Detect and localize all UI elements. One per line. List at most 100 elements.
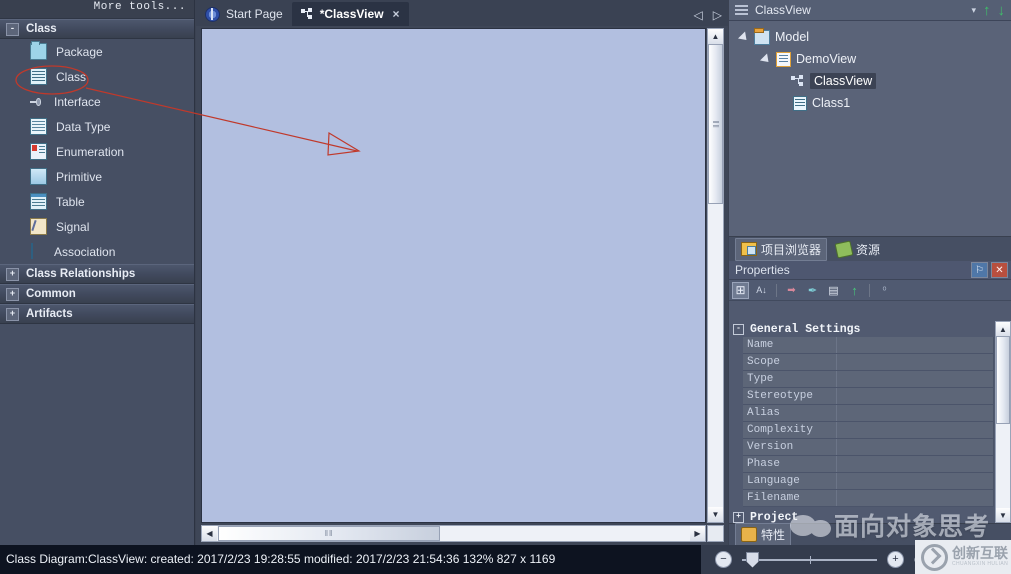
package-icon [30,41,47,60]
zoom-in-icon[interactable]: + [887,551,904,568]
property-value[interactable] [837,456,994,472]
scroll-up-icon[interactable]: ▲ [996,322,1010,336]
property-row[interactable]: Stereotype [743,388,994,405]
properties-scrollbar[interactable]: ▲ ▼ [995,321,1011,523]
property-value[interactable] [837,490,994,506]
property-row[interactable]: Name [743,337,994,354]
tool-item-class[interactable]: Class [0,64,194,89]
tool-item-association[interactable]: Association [0,239,194,264]
collapse-icon[interactable]: - [733,323,744,335]
expand-icon[interactable]: + [6,267,19,281]
toolbox-group-artifacts[interactable]: + Artifacts [0,304,194,324]
toolbox-group-class[interactable]: - Class [0,19,194,39]
chevron-down-icon[interactable]: ▾ [971,5,976,16]
tab-nav: ◁ ▷ [694,8,722,22]
property-row[interactable]: Scope [743,354,994,371]
project-tree[interactable]: Model DemoView ClassView Class1 [729,21,1011,236]
tool-item-data-type[interactable]: Data Type [0,114,194,139]
zoom-slider[interactable] [742,551,877,568]
properties-grid[interactable]: - General Settings Name Scope Type Stere… [729,321,1011,523]
tool-item-enumeration[interactable]: Enumeration [0,139,194,164]
properties-scroll-thumb[interactable] [996,336,1010,424]
expand-icon[interactable]: + [6,287,19,301]
tab-properties[interactable]: 特性 [735,523,792,546]
canvas-wrapper: ▲ ‖‖ ▼ ◀ ‖‖ ▶ [196,26,728,545]
property-row[interactable]: Complexity [743,422,994,439]
menu-icon[interactable] [735,5,748,15]
expand-icon[interactable]: + [733,511,744,523]
tool-item-label: Interface [54,94,101,109]
tab-project-browser[interactable]: 项目浏览器 [735,237,828,261]
tool-item-interface[interactable]: Interface [0,89,194,114]
glasses-button[interactable]: ͦͦ [876,282,893,299]
tag-button[interactable]: ➡ [783,282,800,299]
property-value[interactable] [837,405,994,421]
tool-item-table[interactable]: Table [0,189,194,214]
tab-prev-icon[interactable]: ◁ [694,8,703,22]
horizontal-scroll-thumb[interactable]: ‖‖ [218,526,440,541]
property-value[interactable] [837,422,994,438]
property-name: Complexity [743,422,837,438]
close-icon[interactable]: × [393,7,400,21]
expand-icon[interactable]: + [6,307,19,321]
toolbox-items-class: Package Class Interface Data Type Enumer… [0,39,194,264]
scroll-up-icon[interactable]: ▲ [708,29,723,44]
expander-icon[interactable] [737,30,751,44]
tab-start-page[interactable]: Start Page [196,2,292,26]
tree-node-model[interactable]: Model [729,26,1011,48]
zoom-out-icon[interactable]: − [715,551,732,568]
zoom-slider-thumb[interactable] [746,551,759,568]
property-row[interactable]: Alias [743,405,994,422]
property-value[interactable] [837,371,994,387]
property-row[interactable]: Type [743,371,994,388]
scroll-left-icon[interactable]: ◀ [202,526,217,541]
notes-button[interactable]: ▤ [825,282,842,299]
categorized-button[interactable]: ⊞ [732,281,749,299]
pin-icon[interactable]: ⚐ [971,262,988,278]
tool-item-label: Class [56,69,87,84]
alphabetical-sort-button[interactable]: A↓ [753,282,770,299]
canvas-vertical-scrollbar[interactable]: ▲ ‖‖ ▼ [707,28,724,523]
tool-item-package[interactable]: Package [0,39,194,64]
property-name: Version [743,439,837,455]
tool-item-signal[interactable]: Signal [0,214,194,239]
property-value[interactable] [837,337,994,353]
property-value[interactable] [837,473,994,489]
property-name: Phase [743,456,837,472]
vertical-scroll-thumb[interactable]: ‖‖ [708,44,723,204]
diagram-canvas[interactable] [201,28,706,523]
property-row[interactable]: Phase [743,456,994,473]
tree-node-class1[interactable]: Class1 [729,92,1011,114]
toolbox-group-label: Artifacts [26,308,73,320]
properties-tab-icon [741,527,757,542]
up-arrow-button[interactable]: ↑ [846,282,863,299]
down-arrow-icon[interactable]: ↓ [998,2,1006,19]
pencil-button[interactable]: ✒ [804,282,821,299]
property-value[interactable] [837,439,994,455]
right-dock-panel: ClassView ▾ ↑ ↓ Model DemoView ClassView… [729,0,1011,546]
scroll-down-icon[interactable]: ▼ [708,507,723,522]
toolbox-group-common[interactable]: + Common [0,284,194,304]
up-arrow-icon[interactable]: ↑ [983,2,991,19]
collapse-icon[interactable]: - [6,22,19,36]
tab-resources[interactable]: 资源 [830,238,886,261]
editor-tabbar: Start Page *ClassView × ◁ ▷ [196,0,728,27]
tree-node-label: DemoView [796,52,857,66]
scroll-right-icon[interactable]: ▶ [690,526,705,541]
tree-node-demoview[interactable]: DemoView [729,48,1011,70]
tab-next-icon[interactable]: ▷ [713,8,722,22]
tool-item-primitive[interactable]: Primitive [0,164,194,189]
tree-node-classview[interactable]: ClassView [729,70,1011,92]
tab-classview[interactable]: *ClassView × [291,2,409,26]
canvas-horizontal-scrollbar[interactable]: ◀ ‖‖ ▶ [201,525,706,542]
property-value[interactable] [837,354,994,370]
toolbox-group-class-relationships[interactable]: + Class Relationships [0,264,194,284]
close-icon[interactable]: ✕ [991,262,1008,278]
expander-icon[interactable] [759,52,773,66]
property-row[interactable]: Version [743,439,994,456]
more-tools-link[interactable]: More tools... [94,1,186,13]
property-value[interactable] [837,388,994,404]
property-category-general-settings[interactable]: - General Settings [729,321,994,337]
editor-area: Start Page *ClassView × ◁ ▷ ▲ ‖‖ ▼ ◀ ‖‖ … [196,0,728,545]
property-row[interactable]: Language [743,473,994,490]
